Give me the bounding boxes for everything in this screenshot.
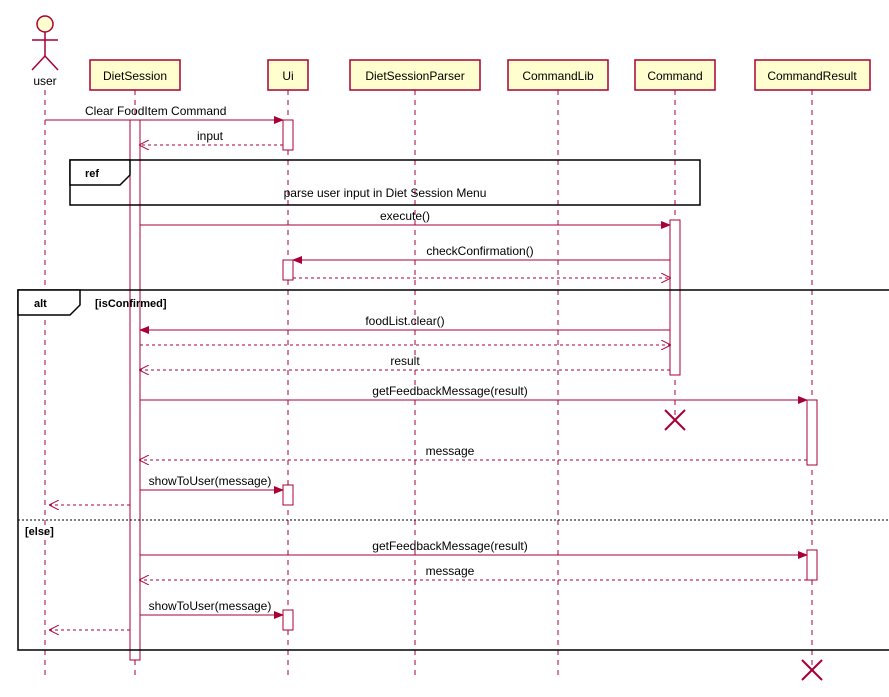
actor-user: user xyxy=(32,16,58,88)
svg-text:Command: Command xyxy=(647,69,702,83)
activation-dietsession xyxy=(130,120,140,660)
activation-ui-1 xyxy=(283,120,293,150)
svg-text:[isConfirmed]: [isConfirmed] xyxy=(95,298,167,310)
participant-command: Command xyxy=(635,60,715,90)
svg-text:result: result xyxy=(390,354,420,368)
svg-text:parse user input in Diet Sessi: parse user input in Diet Session Menu xyxy=(284,186,487,200)
svg-text:checkConfirmation(): checkConfirmation() xyxy=(426,244,533,258)
alt-pentagon xyxy=(18,290,80,315)
svg-text:DietSessionParser: DietSessionParser xyxy=(365,69,464,83)
svg-text:input: input xyxy=(197,129,224,143)
svg-text:Clear FoodItem Command: Clear FoodItem Command xyxy=(85,104,226,118)
activation-result-1 xyxy=(807,400,817,465)
svg-text:CommandLib: CommandLib xyxy=(522,69,594,83)
svg-text:getFeedbackMessage(result): getFeedbackMessage(result) xyxy=(372,384,527,398)
ref-pentagon xyxy=(70,160,130,185)
svg-text:getFeedbackMessage(result): getFeedbackMessage(result) xyxy=(372,539,527,553)
activation-command xyxy=(670,220,680,375)
actor-label: user xyxy=(33,74,56,88)
participant-ui: Ui xyxy=(268,60,308,90)
alt-frame xyxy=(18,290,889,650)
svg-text:alt: alt xyxy=(34,298,47,310)
participant-commandlib: CommandLib xyxy=(508,60,608,90)
activation-result-2 xyxy=(807,550,817,580)
svg-text:[else]: [else] xyxy=(25,526,54,538)
svg-text:showToUser(message): showToUser(message) xyxy=(149,474,272,488)
sequence-diagram: user DietSession Ui DietSessionParser Co… xyxy=(10,10,889,687)
svg-text:execute(): execute() xyxy=(380,209,430,223)
participant-dietsession: DietSession xyxy=(90,60,180,90)
svg-text:DietSession: DietSession xyxy=(103,69,167,83)
svg-text:foodList.clear(): foodList.clear() xyxy=(365,314,444,328)
svg-text:message: message xyxy=(426,564,475,578)
participant-dietsessionparser: DietSessionParser xyxy=(350,60,480,90)
svg-text:showToUser(message): showToUser(message) xyxy=(149,599,272,613)
participant-commandresult: CommandResult xyxy=(755,60,870,90)
activation-ui-3 xyxy=(283,485,293,505)
svg-text:CommandResult: CommandResult xyxy=(767,69,857,83)
svg-text:message: message xyxy=(426,444,475,458)
activation-ui-2 xyxy=(283,260,293,280)
svg-text:Ui: Ui xyxy=(282,69,293,83)
svg-text:ref: ref xyxy=(85,168,99,180)
activation-ui-4 xyxy=(283,610,293,630)
